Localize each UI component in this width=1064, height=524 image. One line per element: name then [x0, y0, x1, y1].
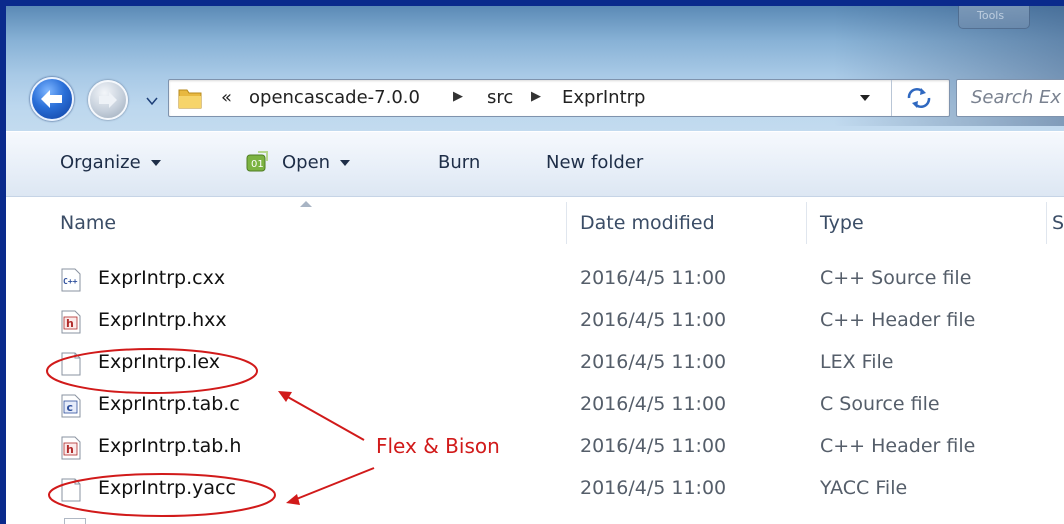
annotation-arrowhead-lower	[286, 494, 300, 505]
explorer-window: Tools « opencascade-7.0.0 ▶ src ▶ ExprIn…	[6, 6, 1064, 524]
annotation-overlay	[46, 348, 375, 517]
annotation-arrow-upper	[285, 395, 365, 441]
annotation-label: Flex & Bison	[376, 434, 500, 458]
annotation-arrowhead-upper	[278, 391, 292, 402]
highlight-ellipse-lex	[46, 348, 258, 394]
annotation-arrow-lower	[293, 467, 375, 501]
highlight-ellipse-yacc	[48, 473, 276, 517]
